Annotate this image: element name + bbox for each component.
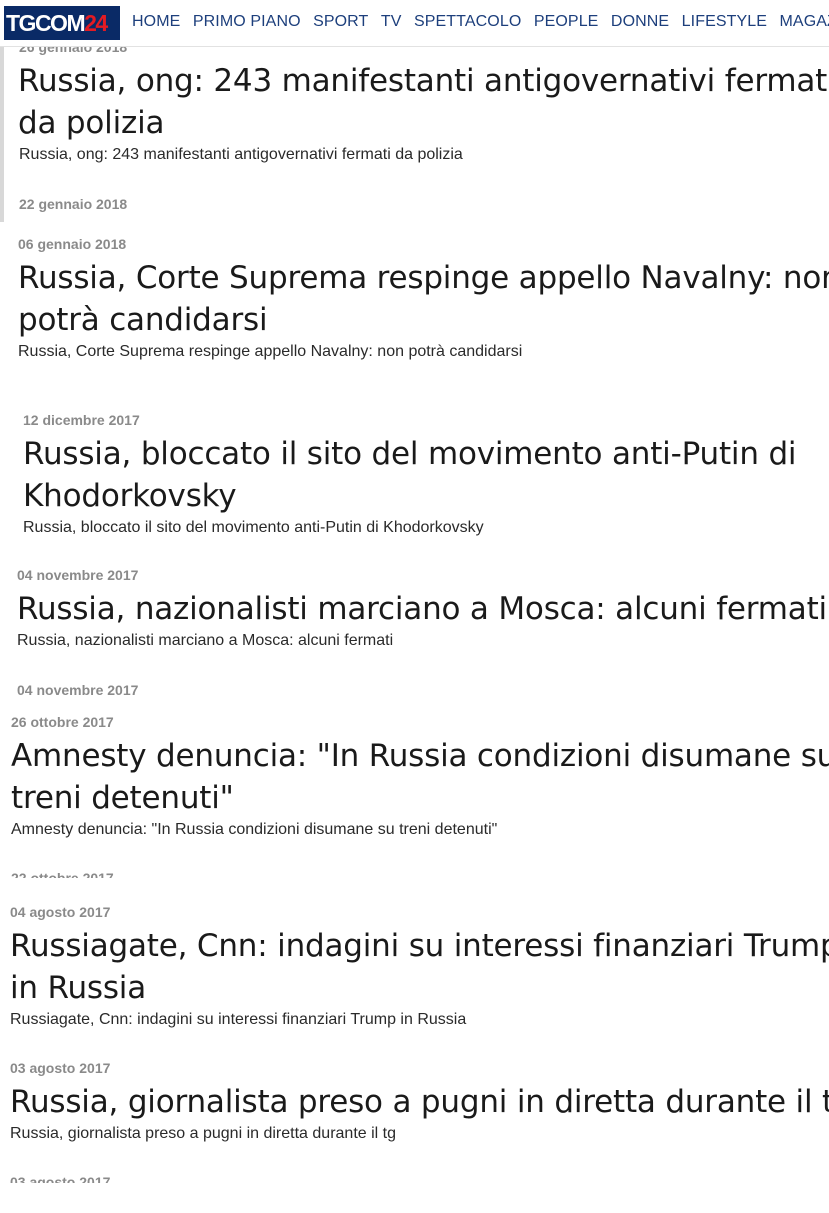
top-navigation-bar: TGCOM24 HOME PRIMO PIANO SPORT TV SPETTA… [0, 0, 829, 47]
article-subtitle: Russia, ong: 243 manifestanti antigovern… [19, 146, 463, 163]
article-title-line2[interactable]: da polizia [18, 102, 164, 144]
article-subtitle: Russiagate, Cnn: indagini su interessi f… [10, 1011, 467, 1028]
article-subtitle: Russia, Corte Suprema respinge appello N… [18, 343, 523, 360]
nav-sport[interactable]: SPORT [313, 13, 368, 30]
article-date: 22 ottobre 2017 [11, 870, 114, 886]
article-date: 03 agosto 2017 [10, 1060, 111, 1076]
article-subtitle: Russia, nazionalisti marciano a Mosca: a… [17, 632, 394, 649]
article-date: 22 gennaio 2018 [19, 196, 128, 212]
main-nav: HOME PRIMO PIANO SPORT TV SPETTACOLO PEO… [132, 13, 829, 31]
nav-spettacolo[interactable]: SPETTACOLO [414, 13, 521, 30]
nav-magazine[interactable]: MAGAZINE [780, 13, 829, 30]
tgcom24-logo[interactable]: TGCOM24 [4, 6, 120, 40]
article-title[interactable]: Russia, bloccato il sito del movimento a… [23, 433, 797, 475]
article-date: 12 dicembre 2017 [23, 412, 140, 428]
article-date: 04 novembre 2017 [17, 682, 139, 698]
nav-home[interactable]: HOME [132, 13, 180, 30]
article-title[interactable]: Amnesty denuncia: "In Russia condizioni … [11, 735, 829, 777]
article-title[interactable]: Russia, ong: 243 manifestanti antigovern… [18, 60, 829, 102]
article-title[interactable]: Russiagate, Cnn: indagini su interessi f… [10, 925, 829, 967]
nav-primo-piano[interactable]: PRIMO PIANO [193, 13, 301, 30]
article-date: 03 agosto 2017 [10, 1174, 111, 1190]
article-title-line2[interactable]: treni detenuti" [11, 777, 234, 819]
nav-tv[interactable]: TV [381, 13, 402, 30]
article-subtitle: Russia, giornalista preso a pugni in dir… [10, 1125, 396, 1142]
article-title-line2[interactable]: in Russia [10, 967, 146, 1009]
article-title[interactable]: Russia, Corte Suprema respinge appello N… [18, 257, 829, 299]
article-date: 26 ottobre 2017 [11, 714, 114, 730]
left-divider [0, 46, 4, 222]
article-subtitle: Amnesty denuncia: "In Russia condizioni … [11, 821, 498, 838]
article-date: 04 agosto 2017 [10, 904, 111, 920]
article-title[interactable]: Russia, nazionalisti marciano a Mosca: a… [17, 588, 827, 630]
article-title-line2[interactable]: Khodorkovsky [23, 475, 237, 517]
article-title[interactable]: Russia, giornalista preso a pugni in dir… [10, 1081, 829, 1123]
article-title-line2[interactable]: potrà candidarsi [18, 299, 268, 341]
article-date: 06 gennaio 2018 [18, 236, 127, 252]
nav-donne[interactable]: DONNE [611, 13, 669, 30]
article-subtitle: Russia, bloccato il sito del movimento a… [23, 519, 484, 536]
nav-lifestyle[interactable]: LIFESTYLE [682, 13, 767, 30]
nav-people[interactable]: PEOPLE [534, 13, 599, 30]
truncated-article-title [19, 222, 719, 228]
article-date: 04 novembre 2017 [17, 567, 139, 583]
